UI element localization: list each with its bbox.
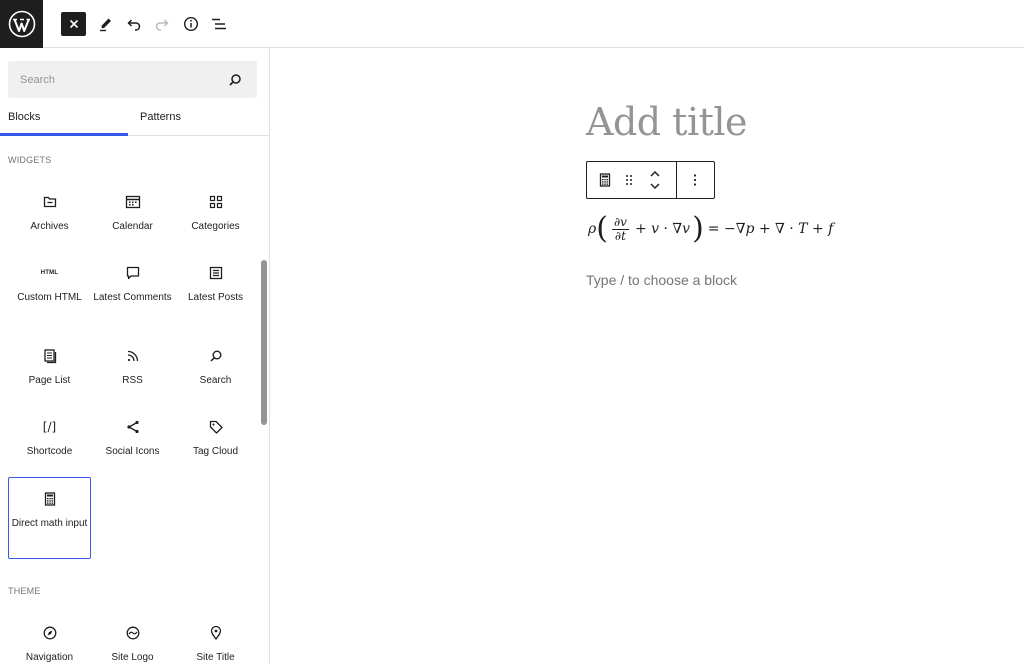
comment-icon — [124, 264, 142, 282]
info-icon — [183, 16, 199, 32]
block-label: Social Icons — [105, 446, 160, 457]
block-archives[interactable]: Archives — [8, 181, 91, 263]
equation-right-paren: ) — [692, 211, 704, 246]
block-label: Search — [199, 375, 232, 386]
toolbar-divider — [676, 162, 677, 198]
search-submit-button[interactable] — [227, 72, 243, 88]
block-toolbar — [586, 161, 715, 199]
block-label: Custom HTML — [17, 292, 82, 303]
block-navigation[interactable]: Navigation — [8, 612, 91, 664]
math-equation-block[interactable]: ρ ( ∂v ∂t + v · ∇v ) = −∇p + ∇ · T + f — [588, 210, 833, 248]
list-view-icon — [212, 18, 226, 30]
archive-icon — [41, 193, 59, 211]
sidebar-scrollbar[interactable] — [261, 260, 267, 425]
search-icon — [207, 347, 225, 365]
block-shortcode[interactable]: [/] Shortcode — [8, 406, 91, 488]
block-options-button[interactable] — [681, 162, 709, 198]
block-label: Archives — [30, 221, 69, 232]
drag-handle[interactable] — [619, 162, 639, 198]
map-marker-icon — [207, 624, 225, 642]
pages-icon — [41, 347, 59, 365]
list-view-button[interactable] — [207, 12, 231, 36]
block-custom-html[interactable]: HTML Custom HTML — [8, 252, 91, 334]
move-up-down-icon — [650, 170, 660, 190]
block-site-title[interactable]: Site Title — [174, 612, 257, 664]
block-label: RSS — [122, 375, 143, 386]
calculator-icon — [41, 490, 59, 508]
block-rss[interactable]: RSS — [91, 335, 174, 417]
html-icon: HTML — [40, 270, 59, 276]
tag-icon — [207, 418, 225, 436]
equation-fraction: ∂v ∂t — [611, 214, 629, 243]
inserter-tabs: Blocks Patterns — [0, 103, 269, 136]
block-label: Shortcode — [26, 446, 73, 457]
block-label: Site Logo — [111, 652, 154, 663]
block-label: Tag Cloud — [192, 446, 239, 457]
equation-rho: ρ — [588, 221, 597, 237]
block-direct-math-input[interactable]: Direct math input — [8, 477, 91, 559]
site-logo-icon — [124, 624, 142, 642]
search-container — [8, 61, 257, 98]
block-search[interactable]: Search — [174, 335, 257, 417]
block-type-button[interactable] — [591, 162, 619, 198]
block-social-icons[interactable]: Social Icons — [91, 406, 174, 488]
block-calendar[interactable]: Calendar — [91, 181, 174, 263]
wordpress-logo-icon — [8, 10, 35, 38]
close-inserter-button[interactable] — [61, 12, 86, 36]
editor-header — [0, 0, 1024, 48]
tools-button[interactable] — [94, 12, 118, 36]
block-label: Direct math input — [11, 518, 88, 529]
pencil-icon — [100, 18, 111, 32]
equation-numerator: ∂v — [611, 214, 629, 230]
category-title-theme: THEME — [8, 586, 41, 596]
details-button[interactable] — [179, 12, 203, 36]
share-icon — [124, 418, 142, 436]
block-tag-cloud[interactable]: Tag Cloud — [174, 406, 257, 488]
redo-button[interactable] — [150, 12, 174, 36]
block-label: Calendar — [112, 221, 153, 232]
block-site-logo[interactable]: Site Logo — [91, 612, 174, 664]
search-icon — [229, 74, 241, 86]
rss-icon — [124, 347, 142, 365]
post-title-input[interactable]: Add title — [586, 100, 748, 144]
block-page-list[interactable]: Page List — [8, 335, 91, 417]
undo-button[interactable] — [122, 12, 146, 36]
tab-blocks[interactable]: Blocks — [0, 103, 128, 136]
calendar-icon — [124, 193, 142, 211]
block-label: Categories — [191, 221, 240, 232]
block-latest-posts[interactable]: Latest Posts — [174, 252, 257, 334]
calculator-icon — [599, 173, 611, 187]
equation-rhs: = −∇p + ∇ · T + f — [707, 221, 834, 237]
tab-patterns[interactable]: Patterns — [128, 103, 269, 135]
shortcode-icon: [/] — [42, 420, 57, 434]
drag-handle-icon — [626, 175, 632, 185]
equation-inner: + v · ∇v — [634, 221, 691, 237]
block-label: Navigation — [25, 652, 74, 663]
block-label: Latest Comments — [93, 292, 172, 303]
wordpress-logo[interactable] — [0, 0, 43, 48]
block-inserter-panel: Blocks Patterns WIDGETS Archives Calenda… — [0, 48, 270, 664]
close-icon — [69, 19, 78, 29]
undo-icon — [127, 19, 141, 31]
equation-left-paren: ( — [596, 211, 608, 246]
move-up-down-button[interactable] — [641, 162, 669, 198]
block-label: Latest Posts — [187, 292, 244, 303]
more-vertical-icon — [693, 174, 697, 186]
search-input[interactable] — [8, 61, 218, 98]
block-label: Site Title — [196, 652, 235, 663]
category-title-widgets: WIDGETS — [8, 155, 52, 165]
block-latest-comments[interactable]: Latest Comments — [91, 252, 174, 334]
equation-denominator: ∂t — [614, 228, 626, 243]
categories-icon — [207, 193, 225, 211]
editor-canvas: Add title ρ ( ∂v ∂t + v · ∇v ) = −∇p + ∇… — [270, 48, 1024, 664]
navigation-icon — [41, 624, 59, 642]
block-categories[interactable]: Categories — [174, 181, 257, 263]
redo-icon — [155, 19, 169, 31]
block-appender-placeholder[interactable]: Type / to choose a block — [586, 272, 737, 288]
post-list-icon — [207, 264, 225, 282]
block-label: Page List — [28, 375, 71, 386]
